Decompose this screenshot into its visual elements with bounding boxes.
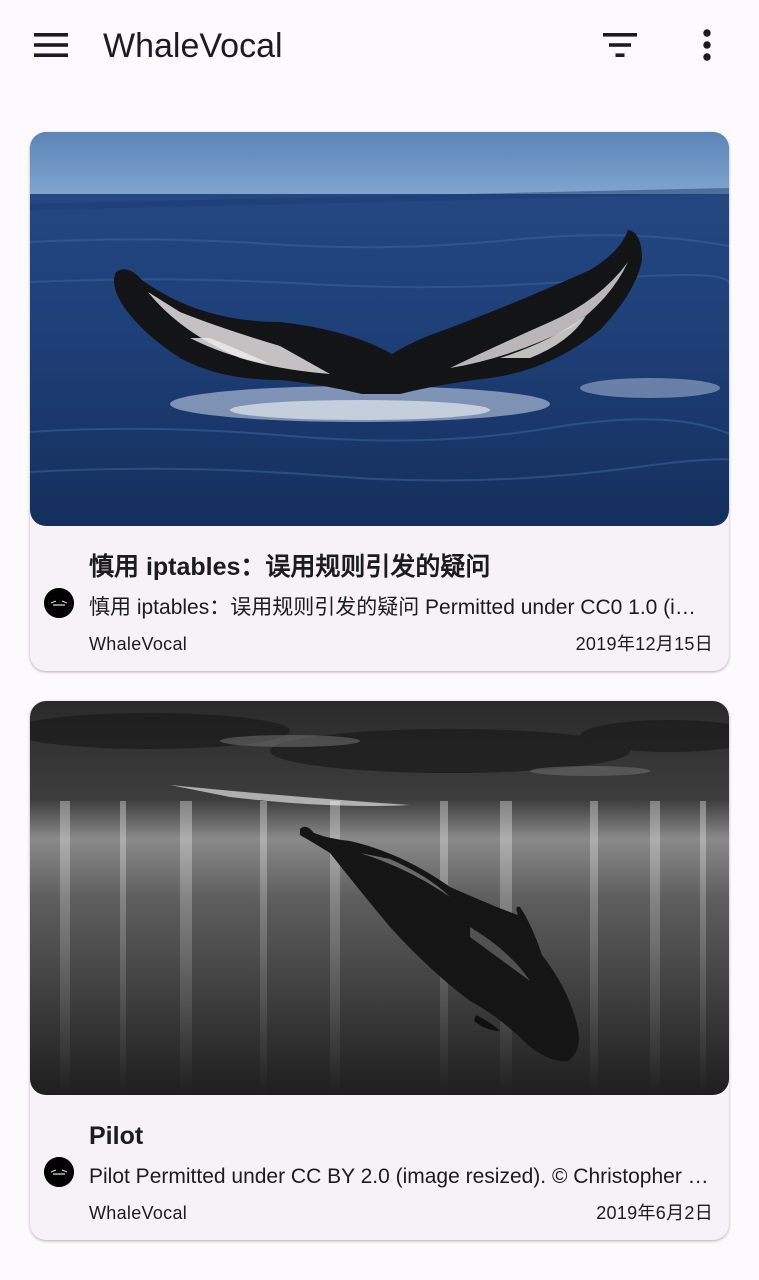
app-title: WhaleVocal — [103, 27, 283, 65]
menu-button[interactable] — [26, 22, 76, 68]
more-options-button[interactable] — [684, 22, 730, 68]
filter-button[interactable] — [594, 22, 646, 68]
filter-icon — [603, 33, 637, 57]
more-vert-icon — [703, 29, 711, 61]
post-card[interactable]: Pilot Pilot Permitted under CC BY 2.0 (i… — [30, 701, 729, 1240]
post-image-pilot-whale — [30, 701, 729, 1095]
post-description: Pilot Permitted under CC BY 2.0 (image r… — [89, 1165, 713, 1188]
post-author: WhaleVocal — [89, 634, 188, 654]
post-date: 2019年6月2日 — [596, 1203, 713, 1223]
post-author: WhaleVocal — [89, 1203, 188, 1223]
post-date: 2019年12月15日 — [575, 634, 713, 654]
top-app-bar: WhaleVocal — [0, 0, 759, 92]
post-description: 慎用 iptables：误用规则引发的疑问 Permitted under CC… — [89, 596, 713, 619]
post-image-humpback-tail — [30, 132, 729, 526]
post-card[interactable]: 慎用 iptables：误用规则引发的疑问 慎用 iptables：误用规则引发… — [30, 132, 729, 671]
menu-icon — [34, 33, 68, 57]
post-title: Pilot — [89, 1122, 144, 1150]
author-avatar — [44, 1157, 74, 1187]
author-avatar — [44, 588, 74, 618]
post-title: 慎用 iptables：误用规则引发的疑问 — [89, 553, 491, 581]
